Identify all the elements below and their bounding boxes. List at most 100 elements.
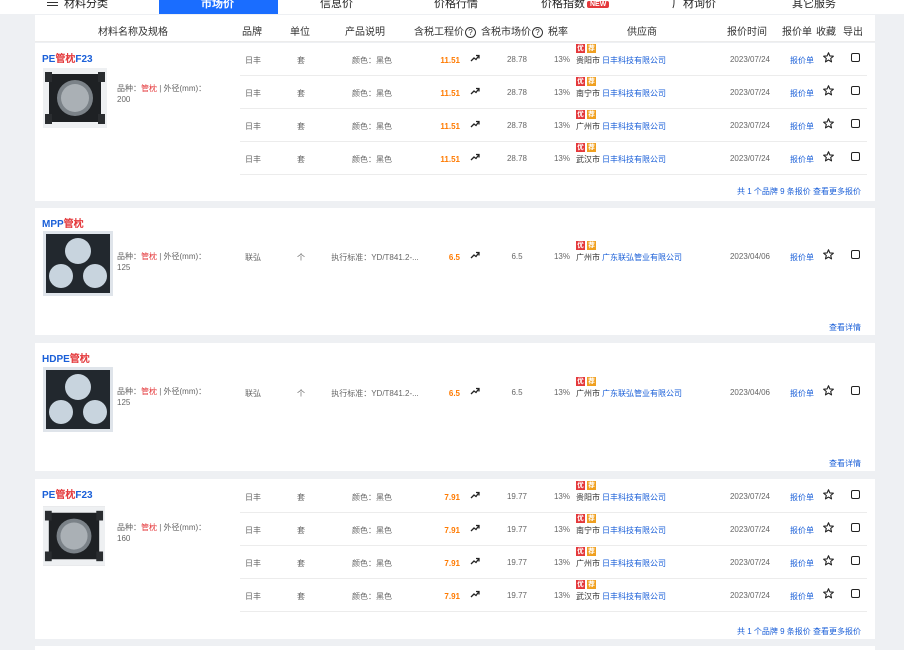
nav-item-factory-inquiry[interactable]: 厂材询价	[672, 0, 716, 11]
help-icon[interactable]: ?	[465, 27, 476, 38]
header-unit: 单位	[290, 27, 310, 38]
engineering-price: 11.51	[440, 155, 460, 164]
quote-sheet-link[interactable]: 报价单	[787, 388, 817, 399]
nav-item-market-price[interactable]: 市场价	[159, 0, 278, 14]
trend-up-icon[interactable]	[470, 556, 482, 568]
product-spec: 品种：管枕 | 外径(mm)：200	[117, 84, 207, 104]
supplier-company-link[interactable]: 日丰科技有限公司	[602, 55, 666, 66]
nav-item-price-trend[interactable]: 价格行情	[434, 0, 478, 11]
quote-sheet-link[interactable]: 报价单	[787, 591, 817, 602]
trend-up-icon[interactable]	[470, 523, 482, 535]
export-checkbox[interactable]	[851, 490, 860, 499]
supplier: 优荐 广州市 日丰科技有限公司	[576, 109, 736, 142]
star-icon[interactable]	[823, 385, 835, 397]
engineering-price: 7.91	[444, 526, 460, 535]
supplier-company-link[interactable]: 日丰科技有限公司	[602, 88, 666, 99]
tag-you-badge: 优	[576, 77, 585, 86]
product-image[interactable]	[43, 367, 113, 432]
product-image[interactable]	[43, 68, 107, 128]
export-checkbox[interactable]	[851, 152, 860, 161]
tax-rate: 13%	[553, 154, 570, 163]
export-checkbox[interactable]	[851, 250, 860, 259]
market-price: 28.78	[506, 55, 528, 64]
product-desc: 颜色：黑色	[352, 559, 392, 568]
tax-rate: 13%	[553, 492, 570, 501]
supplier-city: 南宁市	[576, 526, 600, 535]
product-desc: 颜色：黑色	[352, 526, 392, 535]
star-icon[interactable]	[823, 52, 835, 64]
supplier-company-link[interactable]: 日丰科技有限公司	[602, 558, 666, 569]
star-icon[interactable]	[823, 522, 835, 534]
header-tax: 税率	[548, 27, 568, 38]
product-card: PE管枕F23 品种：管枕 | 外径(mm)：200 日丰 套 颜色：黑色 11…	[35, 43, 875, 201]
nav-item-info-price[interactable]: 信息价	[320, 0, 353, 11]
quote-sheet-link[interactable]: 报价单	[787, 492, 817, 503]
quote-date: 2023/07/24	[729, 591, 771, 600]
quote-row: 日丰 套 颜色：黑色 7.91 19.77 13% 优荐 武汉市 日丰科技有限公…	[240, 579, 867, 612]
quote-sheet-link[interactable]: 报价单	[787, 55, 817, 66]
quote-date: 2023/04/06	[729, 252, 771, 261]
supplier-company-link[interactable]: 日丰科技有限公司	[602, 525, 666, 536]
nav-item-price-index[interactable]: 价格指数 NEW	[541, 0, 610, 11]
product-spec: 品种：管枕 | 外径(mm)：125	[117, 387, 207, 407]
export-checkbox[interactable]	[851, 386, 860, 395]
trend-up-icon[interactable]	[470, 250, 482, 262]
supplier-company-link[interactable]: 日丰科技有限公司	[602, 591, 666, 602]
engineering-price: 7.91	[444, 592, 460, 601]
quote-sheet-link[interactable]: 报价单	[787, 88, 817, 99]
product-title[interactable]: MPP管枕	[42, 215, 84, 230]
quote-sheet-link[interactable]: 报价单	[787, 525, 817, 536]
product-title[interactable]: HDPE管枕	[42, 350, 90, 365]
product-image[interactable]	[43, 506, 105, 566]
supplier-company-link[interactable]: 日丰科技有限公司	[602, 121, 666, 132]
trend-up-icon[interactable]	[470, 490, 482, 502]
export-checkbox[interactable]	[851, 523, 860, 532]
supplier-company-link[interactable]: 日丰科技有限公司	[602, 492, 666, 503]
help-icon[interactable]: ?	[532, 27, 543, 38]
trend-up-icon[interactable]	[470, 152, 482, 164]
star-icon[interactable]	[823, 151, 835, 163]
nav-item-material-category[interactable]: 材料分类	[47, 0, 108, 11]
star-icon[interactable]	[823, 118, 835, 130]
trend-up-icon[interactable]	[470, 53, 482, 65]
nav-item-other-services[interactable]: 其它服务	[792, 0, 836, 11]
export-checkbox[interactable]	[851, 119, 860, 128]
supplier-city: 武汉市	[576, 592, 600, 601]
star-icon[interactable]	[823, 85, 835, 97]
trend-up-icon[interactable]	[470, 86, 482, 98]
star-icon[interactable]	[823, 555, 835, 567]
supplier-company-link[interactable]: 广东联弘管业有限公司	[602, 388, 682, 399]
star-icon[interactable]	[823, 249, 835, 261]
supplier-company-link[interactable]: 广东联弘管业有限公司	[602, 252, 682, 263]
supplier: 优荐 贵阳市 日丰科技有限公司	[576, 43, 736, 76]
quote-sheet-link[interactable]: 报价单	[787, 558, 817, 569]
product-title[interactable]: PE管枕F23	[42, 50, 93, 65]
view-details-link[interactable]: 查看详情	[829, 322, 861, 333]
export-checkbox[interactable]	[851, 589, 860, 598]
quote-date: 2023/07/24	[729, 525, 771, 534]
trend-up-icon[interactable]	[470, 589, 482, 601]
product-image[interactable]	[43, 231, 113, 296]
product-title[interactable]: PE管枕F23	[42, 486, 93, 501]
quote-sheet-link[interactable]: 报价单	[787, 252, 817, 263]
star-icon[interactable]	[823, 588, 835, 600]
brand: 日丰	[245, 493, 261, 502]
star-icon[interactable]	[823, 489, 835, 501]
quote-sheet-link[interactable]: 报价单	[787, 121, 817, 132]
quote-date: 2023/07/24	[729, 492, 771, 501]
product-card: PE管枕F23 品种：管枕 | 外径(mm)：160 日丰 套 颜色：黑色 7.…	[35, 479, 875, 639]
export-checkbox[interactable]	[851, 53, 860, 62]
quote-row: 日丰 套 颜色：黑色 7.91 19.77 13% 优荐 南宁市 日丰科技有限公…	[240, 513, 867, 546]
quote-sheet-link[interactable]: 报价单	[787, 154, 817, 165]
more-quotes-link[interactable]: 共 1 个品牌 9 条报价 查看更多报价	[737, 186, 861, 197]
engineering-price: 11.51	[440, 56, 460, 65]
trend-up-icon[interactable]	[470, 119, 482, 131]
export-checkbox[interactable]	[851, 86, 860, 95]
view-details-link[interactable]: 查看详情	[829, 458, 861, 469]
supplier-city: 广州市	[576, 389, 600, 398]
trend-up-icon[interactable]	[470, 386, 482, 398]
more-quotes-link[interactable]: 共 1 个品牌 9 条报价 查看更多报价	[737, 626, 861, 637]
supplier-company-link[interactable]: 日丰科技有限公司	[602, 154, 666, 165]
tag-you-badge: 优	[576, 377, 585, 386]
export-checkbox[interactable]	[851, 556, 860, 565]
